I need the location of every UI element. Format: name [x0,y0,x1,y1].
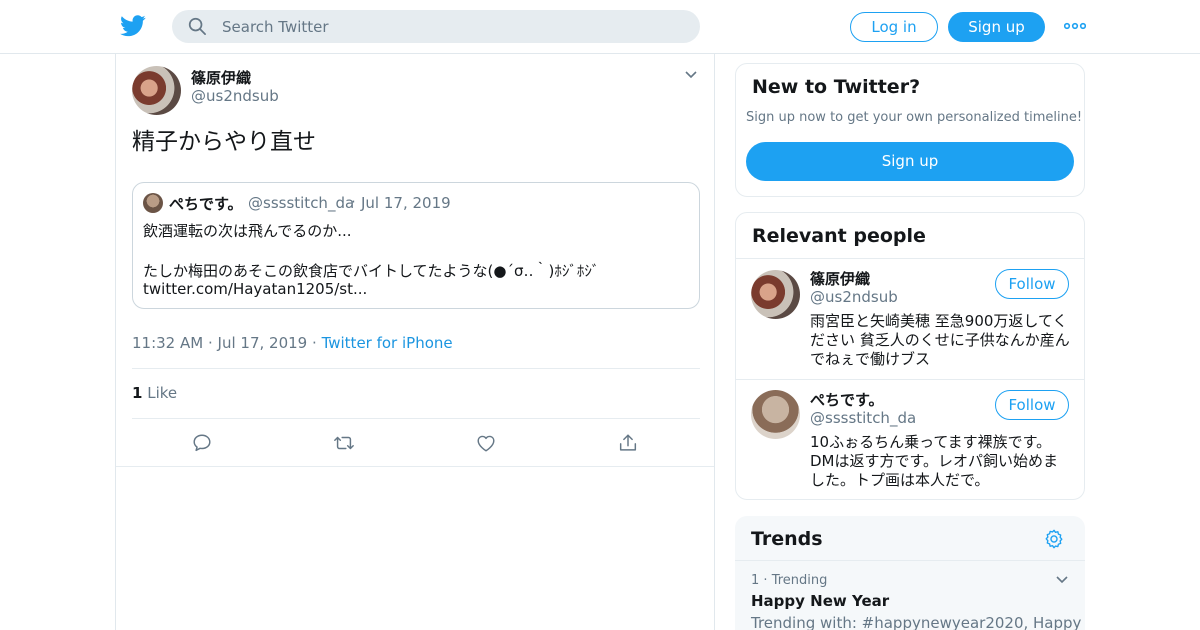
search-icon [188,17,206,35]
quoted-author-name: ぺちです。 [169,195,243,213]
author-handle[interactable]: @us2ndsub [191,87,279,105]
trend-rank: 1 [751,573,760,588]
follow-button[interactable]: Follow [995,269,1069,299]
follow-button[interactable]: Follow [995,390,1069,420]
like-count-number: 1 [132,384,143,402]
search-input[interactable]: Search Twitter [222,18,329,36]
avatar[interactable] [751,390,800,439]
tweet-meta: 11:32 AM · Jul 17, 2019 · Twitter for iP… [132,334,453,352]
trends-card: Trends 1 · Trending Happy New Year Trend… [735,516,1085,630]
card-subtitle: Sign up now to get your own personalized… [746,110,1083,125]
tweet-source-link[interactable]: Twitter for iPhone [322,334,453,352]
twitter-bird-icon[interactable] [120,14,146,38]
tweet-text: 精子からやり直せ [132,129,316,155]
trend-name[interactable]: Happy New Year [751,592,889,610]
new-to-twitter-card: New to Twitter? Sign up now to get your … [735,63,1085,197]
reply-icon[interactable] [191,432,213,454]
likes-count[interactable]: 1 Like [132,384,177,402]
divider [736,379,1084,380]
person-name[interactable]: 篠原伊織 [810,268,870,289]
chevron-down-icon[interactable] [1055,575,1069,585]
person-handle[interactable]: @sssstitch_da [810,409,916,427]
relevant-people-card: Relevant people 篠原伊織 @us2ndsub Follow 雨宮… [735,212,1085,500]
avatar[interactable] [751,270,800,319]
tweet-column: 篠原伊織 @us2ndsub 精子からやり直せ ぺちです。 @sssstitch… [115,54,715,630]
meta-separator: · [312,334,317,352]
person-handle[interactable]: @us2ndsub [810,288,898,306]
quoted-avatar [143,193,163,213]
tweet-date[interactable]: Jul 17, 2019 [218,334,308,352]
trend-context: Trending with: #happynewyear2020, Happy [751,614,1082,630]
card-title: New to Twitter? [752,76,921,98]
login-button[interactable]: Log in [850,12,938,42]
divider [116,466,714,467]
divider [736,258,1084,259]
quoted-text-line: 飲酒運転の次は飛んでるのか... [143,222,352,240]
quoted-text-line: たしか梅田のあそこの飲食店でバイトしてたような(●´σ‥｀)ﾎｼﾞﾎｼﾞ [143,262,600,280]
like-icon[interactable] [475,432,497,454]
person-name[interactable]: ぺちです。 [810,389,884,410]
divider [735,560,1085,561]
quoted-separator: · [351,193,356,211]
quoted-link[interactable]: twitter.com/Hayatan1205/st... [143,280,367,298]
divider [132,418,700,419]
share-icon[interactable] [617,432,639,454]
trend-label: Trending [771,573,828,588]
author-name[interactable]: 篠原伊織 [191,67,251,88]
card-title: Trends [751,528,823,550]
like-label: Like [147,384,178,402]
gear-icon[interactable] [1043,528,1065,550]
person-bio: 10ふぉるちん乗ってます裸族です。DMは返す方です。レオパ飼い始めました。トプ画… [810,433,1058,489]
avatar[interactable] [132,66,181,115]
sidebar-signup-button[interactable]: Sign up [746,142,1074,181]
top-navigation-bar: Search Twitter Log in Sign up [0,0,1200,54]
chevron-down-icon[interactable] [684,70,698,80]
quoted-tweet[interactable]: ぺちです。 @sssstitch_da · Jul 17, 2019 飲酒運転の… [132,182,700,309]
trend-separator: · [763,573,768,588]
search-box[interactable]: Search Twitter [172,10,700,43]
card-title: Relevant people [752,225,926,247]
quoted-author-handle: @sssstitch_da [248,194,355,212]
signup-button[interactable]: Sign up [948,12,1045,42]
tweet-time[interactable]: 11:32 AM [132,334,203,352]
divider [132,368,700,369]
trend-meta: 1 · Trending [751,573,827,588]
more-dots-icon[interactable] [1064,18,1086,34]
person-bio: 雨宮臣と矢崎美穂 至急900万返してください 貧乏人のくせに子供なんか産んでねぇ… [810,312,1070,368]
quoted-date: Jul 17, 2019 [361,194,451,212]
meta-separator: · [207,334,213,352]
retweet-icon[interactable] [333,432,355,454]
